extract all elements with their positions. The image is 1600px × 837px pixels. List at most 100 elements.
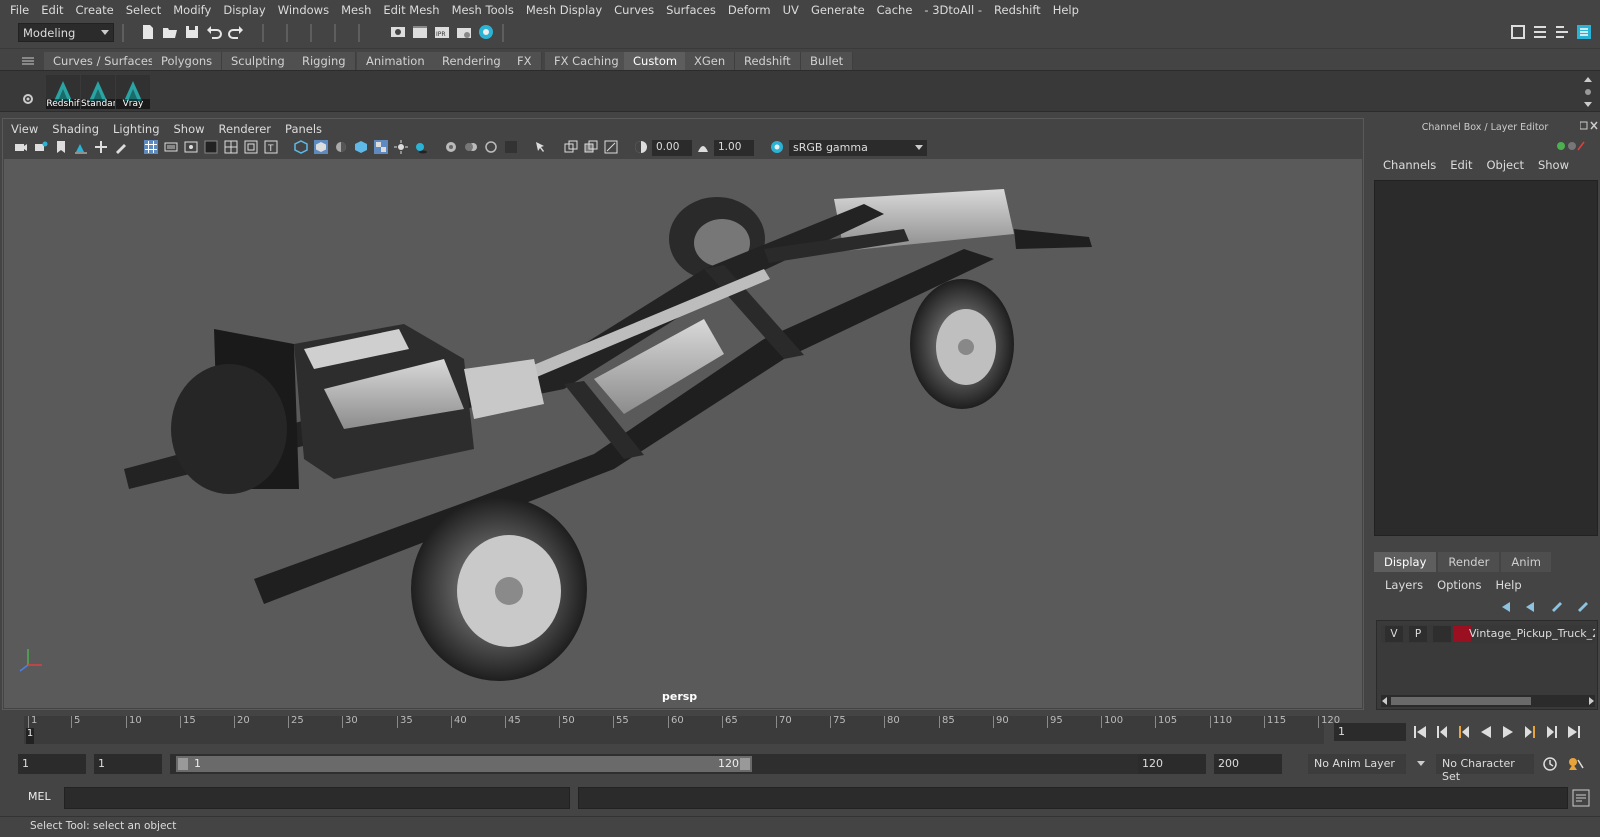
use-all-lights-icon[interactable] (394, 140, 408, 154)
layer-tab[interactable]: Display (1374, 552, 1437, 572)
undo-icon[interactable] (206, 24, 222, 40)
layer-playback-toggle[interactable]: P (1409, 626, 1427, 642)
use-default-material-icon[interactable] (334, 140, 348, 154)
playback-start-field[interactable]: 1 (94, 754, 162, 774)
scroll-right-icon[interactable] (1587, 697, 1595, 705)
shelf-tab[interactable]: Polygons (152, 52, 223, 71)
smooth-shade-icon[interactable] (314, 140, 328, 154)
shelf-scroll-arrows-icon[interactable] (1582, 75, 1594, 109)
step-back-frame-icon[interactable] (1434, 724, 1450, 740)
play-forwards-icon[interactable] (1500, 724, 1516, 740)
shelf-button-redshift[interactable]: Redshif (46, 75, 80, 109)
hypershade-icon[interactable] (478, 24, 494, 40)
menu-item[interactable]: Generate (805, 3, 871, 17)
shelf-tab[interactable]: Animation (357, 52, 435, 71)
shelf-tab[interactable]: Rendering (433, 52, 511, 71)
grid-toggle-icon[interactable] (144, 140, 158, 154)
layer-menu-item[interactable]: Help (1488, 578, 1528, 592)
render-frame-icon[interactable] (412, 24, 428, 40)
viewport-menu-item[interactable]: Renderer (212, 120, 279, 138)
image-plane-icon[interactable] (74, 140, 88, 154)
command-language-toggle[interactable]: MEL (28, 790, 51, 803)
two-d-pan-zoom-icon[interactable] (94, 140, 108, 154)
camera-attributes-icon[interactable] (34, 140, 48, 154)
viewport-menu-item[interactable]: Show (167, 120, 212, 138)
auto-key-icon[interactable] (1542, 756, 1558, 772)
menu-item[interactable]: Mesh (335, 3, 377, 17)
render-settings-icon[interactable] (456, 24, 472, 40)
menu-item[interactable]: Select (120, 3, 167, 17)
channel-box-menu-item[interactable]: Show (1531, 158, 1576, 172)
redo-icon[interactable] (228, 24, 244, 40)
chevron-down-icon[interactable] (1416, 760, 1426, 768)
perspective-viewport[interactable] (4, 159, 1362, 708)
xray-active-components-icon[interactable] (584, 140, 598, 154)
time-slider[interactable]: 1 5 10 15 20 25 30 35 40 45 50 55 60 65 70 75 80 85 90 95 10… (24, 715, 1340, 744)
depth-of-field-icon[interactable] (504, 140, 518, 154)
exposure-field[interactable]: 0.00 (652, 140, 692, 156)
safe-action-icon[interactable] (244, 140, 258, 154)
resolution-gate-icon[interactable] (184, 140, 198, 154)
textured-icon[interactable] (374, 140, 388, 154)
grease-pencil-icon[interactable] (114, 140, 128, 154)
animation-preferences-icon[interactable] (1566, 756, 1584, 772)
menu-item[interactable]: Redshift (988, 3, 1047, 17)
layer-menu-item[interactable]: Options (1430, 578, 1488, 592)
layer-tab[interactable]: Anim (1501, 552, 1551, 572)
shelf-tab[interactable]: Curves / Surfaces (44, 52, 164, 71)
animation-end-field[interactable]: 200 (1214, 754, 1282, 774)
menu-item[interactable]: - 3DtoAll - (918, 3, 988, 17)
modeling-toolkit-icon[interactable] (1510, 24, 1526, 40)
animation-start-field[interactable]: 1 (18, 754, 86, 774)
shelf-menu-icon[interactable] (22, 57, 34, 65)
menu-item[interactable]: Windows (272, 3, 335, 17)
view-transform-dropdown[interactable]: sRGB gamma (789, 140, 927, 156)
shadows-icon[interactable] (414, 140, 428, 154)
menu-item[interactable]: Surfaces (660, 3, 722, 17)
menu-item[interactable]: Modify (167, 3, 217, 17)
shelf-tab[interactable]: Custom (624, 52, 688, 71)
layer-display-type-toggle[interactable] (1433, 626, 1451, 642)
range-end-handle[interactable] (740, 758, 750, 770)
channel-box-menu-item[interactable]: Object (1480, 158, 1531, 172)
anti-aliasing-icon[interactable] (484, 140, 498, 154)
menu-item[interactable]: Mesh Display (520, 3, 608, 17)
layer-visibility-toggle[interactable]: V (1385, 626, 1403, 642)
menu-item[interactable]: File (4, 3, 35, 17)
channel-box-area[interactable] (1374, 180, 1598, 536)
step-back-key-icon[interactable] (1456, 724, 1472, 740)
layer-row[interactable]: V P Vintage_Pickup_Truck_2\ (1381, 625, 1595, 643)
menu-item[interactable]: UV (777, 3, 805, 17)
viewport-menu-item[interactable]: Shading (45, 120, 106, 138)
safe-title-icon[interactable]: T (264, 140, 278, 154)
menu-set-dropdown[interactable]: Modeling (18, 23, 114, 42)
step-forward-frame-icon[interactable] (1544, 724, 1560, 740)
shelf-tab[interactable]: Rigging (293, 52, 356, 71)
range-slider-bar[interactable]: 1 120 (176, 756, 752, 772)
gear-icon[interactable] (22, 93, 34, 105)
menu-item[interactable]: Create (70, 3, 120, 17)
layer-action-icons[interactable] (1498, 600, 1594, 614)
ipr-render-icon[interactable]: IPR (434, 24, 450, 40)
panel-float-close-icon[interactable] (1580, 121, 1598, 131)
anim-layer-dropdown[interactable]: No Anim Layer (1308, 754, 1406, 774)
new-scene-icon[interactable] (140, 24, 156, 40)
menu-item[interactable]: Help (1047, 3, 1085, 17)
viewport-menu-item[interactable]: Panels (278, 120, 329, 138)
wireframe-icon[interactable] (294, 140, 308, 154)
go-to-end-icon[interactable] (1566, 724, 1582, 740)
wireframe-on-shaded-icon[interactable] (354, 140, 368, 154)
shelf-tab[interactable]: Redshift (735, 52, 801, 71)
save-scene-icon[interactable] (184, 24, 200, 40)
isolate-select-icon[interactable] (534, 140, 548, 154)
color-management-icon[interactable] (770, 140, 784, 154)
layer-menu-item[interactable]: Layers (1378, 578, 1430, 592)
gamma-field[interactable]: 1.00 (714, 140, 754, 156)
channel-box-menu-item[interactable]: Channels (1376, 158, 1443, 172)
current-frame-field[interactable]: 1 (1334, 723, 1406, 741)
command-input[interactable] (64, 787, 570, 809)
go-to-start-icon[interactable] (1412, 724, 1428, 740)
viewport-menu-item[interactable]: Lighting (106, 120, 166, 138)
menu-item[interactable]: Curves (608, 3, 660, 17)
playback-end-field[interactable]: 120 (1138, 754, 1206, 774)
